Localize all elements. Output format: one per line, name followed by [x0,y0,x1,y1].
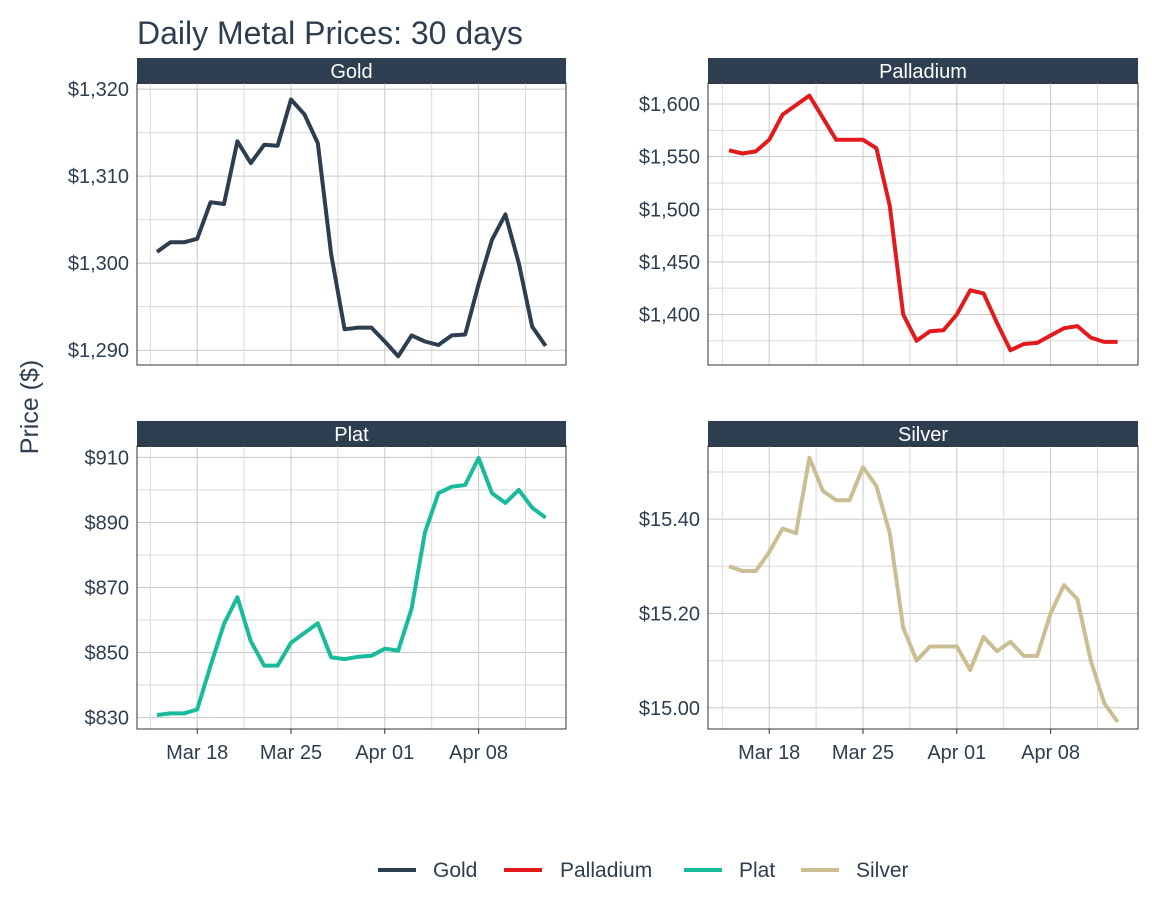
y-tick-label: $1,300 [68,253,129,275]
legend-label-plat: Plat [739,859,775,882]
y-tick-label: $15.20 [639,603,700,625]
chart-svg: Daily Metal Prices: 30 days Price ($) Go… [16,15,1139,882]
panel-palladium: Palladium $1,400 $1,450 $1,500 $1,550 $1,600 [639,58,1139,366]
strip-label-palladium: Palladium [879,61,967,83]
legend-item-silver: Silver [801,859,909,882]
series-line-silver [728,455,1120,724]
x-tick-label: Apr 01 [927,742,986,764]
panel-plat: Plat $830 $850 $870 $890 $910 Mar 18 Mar 25 Apr … [85,421,567,764]
x-tick-label: Mar 25 [832,742,894,764]
y-tick-label: $870 [85,578,130,600]
y-tick-label: $15.00 [639,698,700,720]
grid-plat [137,446,566,729]
legend-label-gold: Gold [433,859,477,882]
y-tick-label: $1,400 [639,304,700,326]
panel-silver: Silver $15.00 $15.20 $15.40 Mar 18 Mar 25 Apr … [639,421,1139,764]
strip-label-silver: Silver [898,424,948,446]
y-tick-label: $890 [85,512,130,534]
y-tick-label: $1,600 [639,94,700,116]
panel-border-silver [707,445,1139,730]
y-tick-label: $1,310 [68,166,129,188]
panels-layer: Gold $1,290 $1,300 $1,310 $1,320 Palladium $1,… [68,58,1139,764]
y-tick-label: $1,320 [68,79,129,101]
x-tick-label: Apr 08 [449,742,508,764]
chart-root: Daily Metal Prices: 30 days Price ($) Go… [0,0,1152,921]
grid-silver [708,446,1138,729]
legend-label-palladium: Palladium [560,859,652,882]
y-tick-label: $910 [85,447,130,469]
series-line-palladium [728,93,1118,353]
y-tick-label: $15.40 [639,509,700,531]
y-tick-label: $850 [85,643,130,665]
grid-palladium [708,83,1138,365]
chart-title: Daily Metal Prices: 30 days [137,15,523,51]
y-tick-label: $830 [85,708,130,730]
series-line-plat [156,456,547,717]
y-tick-label: $1,450 [639,252,700,274]
panel-gold: Gold $1,290 $1,300 $1,310 $1,320 [68,58,567,366]
legend-item-plat: Plat [684,859,775,882]
x-tick-label: Mar 18 [166,742,228,764]
y-axis-title: Price ($) [16,360,44,454]
legend: Gold Palladium Plat Silver [378,859,909,882]
legend-item-palladium: Palladium [504,859,652,882]
x-tick-label: Mar 18 [738,742,800,764]
x-tick-label: Mar 25 [260,742,322,764]
panel-border-palladium [707,82,1139,366]
strip-label-plat: Plat [334,424,369,446]
series-line-gold [155,97,548,359]
y-tick-label: $1,290 [68,340,129,362]
x-tick-label: Apr 08 [1021,742,1080,764]
strip-label-gold: Gold [330,61,372,83]
y-tick-label: $1,500 [639,199,700,221]
legend-item-gold: Gold [378,859,477,882]
legend-label-silver: Silver [856,859,909,882]
y-tick-label: $1,550 [639,147,700,169]
x-tick-label: Apr 01 [355,742,414,764]
